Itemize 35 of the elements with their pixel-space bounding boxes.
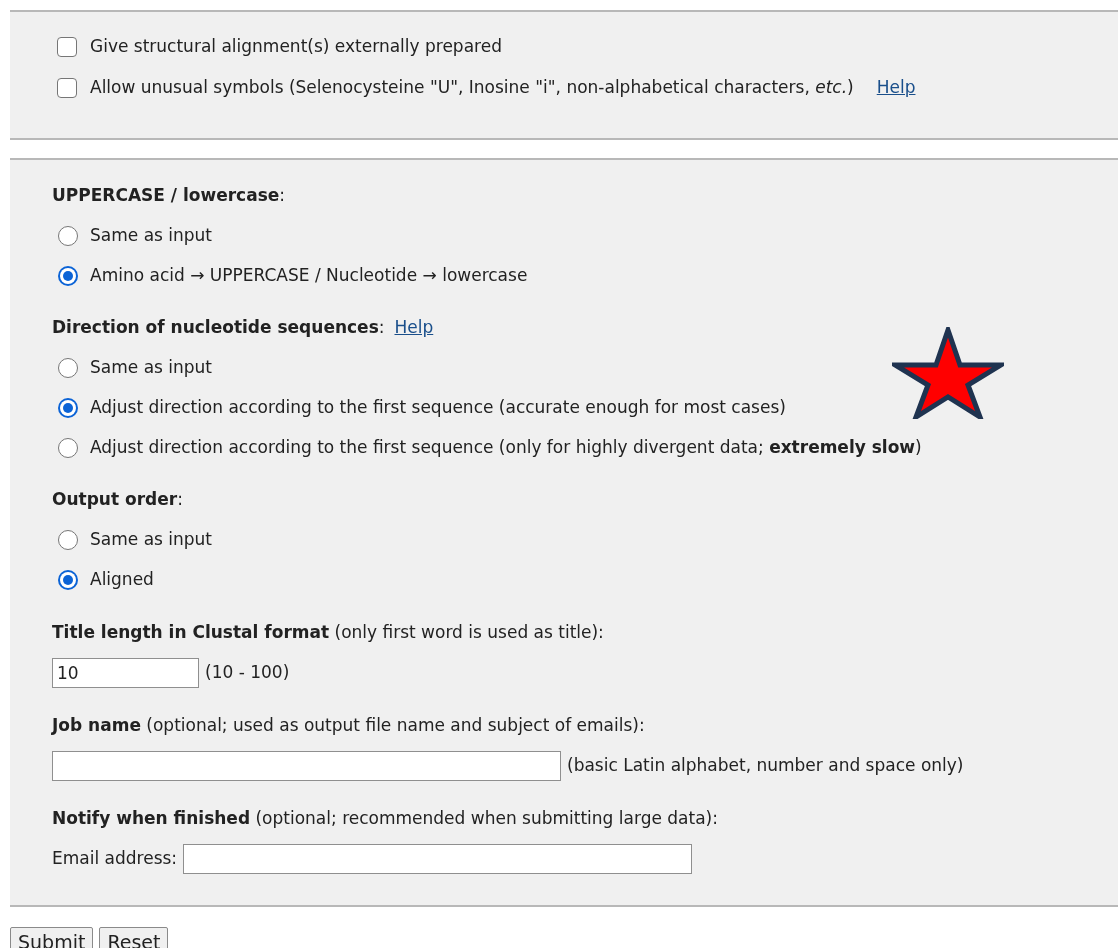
radio-button[interactable] <box>58 438 78 458</box>
field-heading: Notify when finished (optional; recommended when submitting large data): <box>52 807 718 831</box>
radio-label: Aligned <box>90 568 154 592</box>
star-icon <box>892 327 1004 419</box>
field-note: (basic Latin alphabet, number and space only) <box>567 754 964 778</box>
radio-label: Same as input <box>90 224 213 248</box>
input-field[interactable] <box>52 751 561 781</box>
help-link[interactable]: Help <box>394 315 434 341</box>
radio-label: Adjust direction according to the first sequence (accurate enough for most cases) <box>90 396 786 420</box>
field-heading: Job name (optional; used as output file name and subject of emails): <box>52 714 645 738</box>
checkbox-label: Allow unusual symbols (Selenocysteine "U", Inosine "i", non-alphabetical characters, etc.) <box>90 75 854 99</box>
radio-button[interactable] <box>58 398 78 418</box>
input-field[interactable] <box>183 844 693 874</box>
section-heading: Direction of nucleotide sequences: <box>52 316 385 340</box>
radio-label: Same as input <box>90 356 213 380</box>
form-button[interactable]: Reset <box>99 927 169 948</box>
radio-button[interactable] <box>58 266 78 286</box>
field-heading: Title length in Clustal format (only first word is used as title): <box>52 621 604 645</box>
radio-button[interactable] <box>58 226 78 246</box>
input-field[interactable]: 10 <box>52 658 199 688</box>
checkbox-label: Give structural alignment(s) externally prepared <box>90 34 502 58</box>
help-link[interactable]: Help <box>876 74 916 101</box>
section-heading: Output order: <box>52 488 183 512</box>
radio-label: Adjust direction according to the first sequence (only for highly divergent data; extremely slow) <box>90 436 922 460</box>
radio-button[interactable] <box>58 530 78 550</box>
form-button[interactable]: Submit <box>10 927 94 948</box>
radio-label: Same as input <box>90 528 213 552</box>
section-heading: UPPERCASE / lowercase: <box>52 184 286 208</box>
radio-label: Amino acid → UPPERCASE / Nucleotide → lowercase <box>90 264 528 288</box>
radio-button[interactable] <box>58 358 78 378</box>
field-label: Email address: <box>52 847 178 871</box>
checkbox[interactable] <box>57 77 77 98</box>
checkbox[interactable] <box>57 36 77 57</box>
field-note: (10 - 100) <box>205 661 290 685</box>
radio-button[interactable] <box>58 570 78 590</box>
